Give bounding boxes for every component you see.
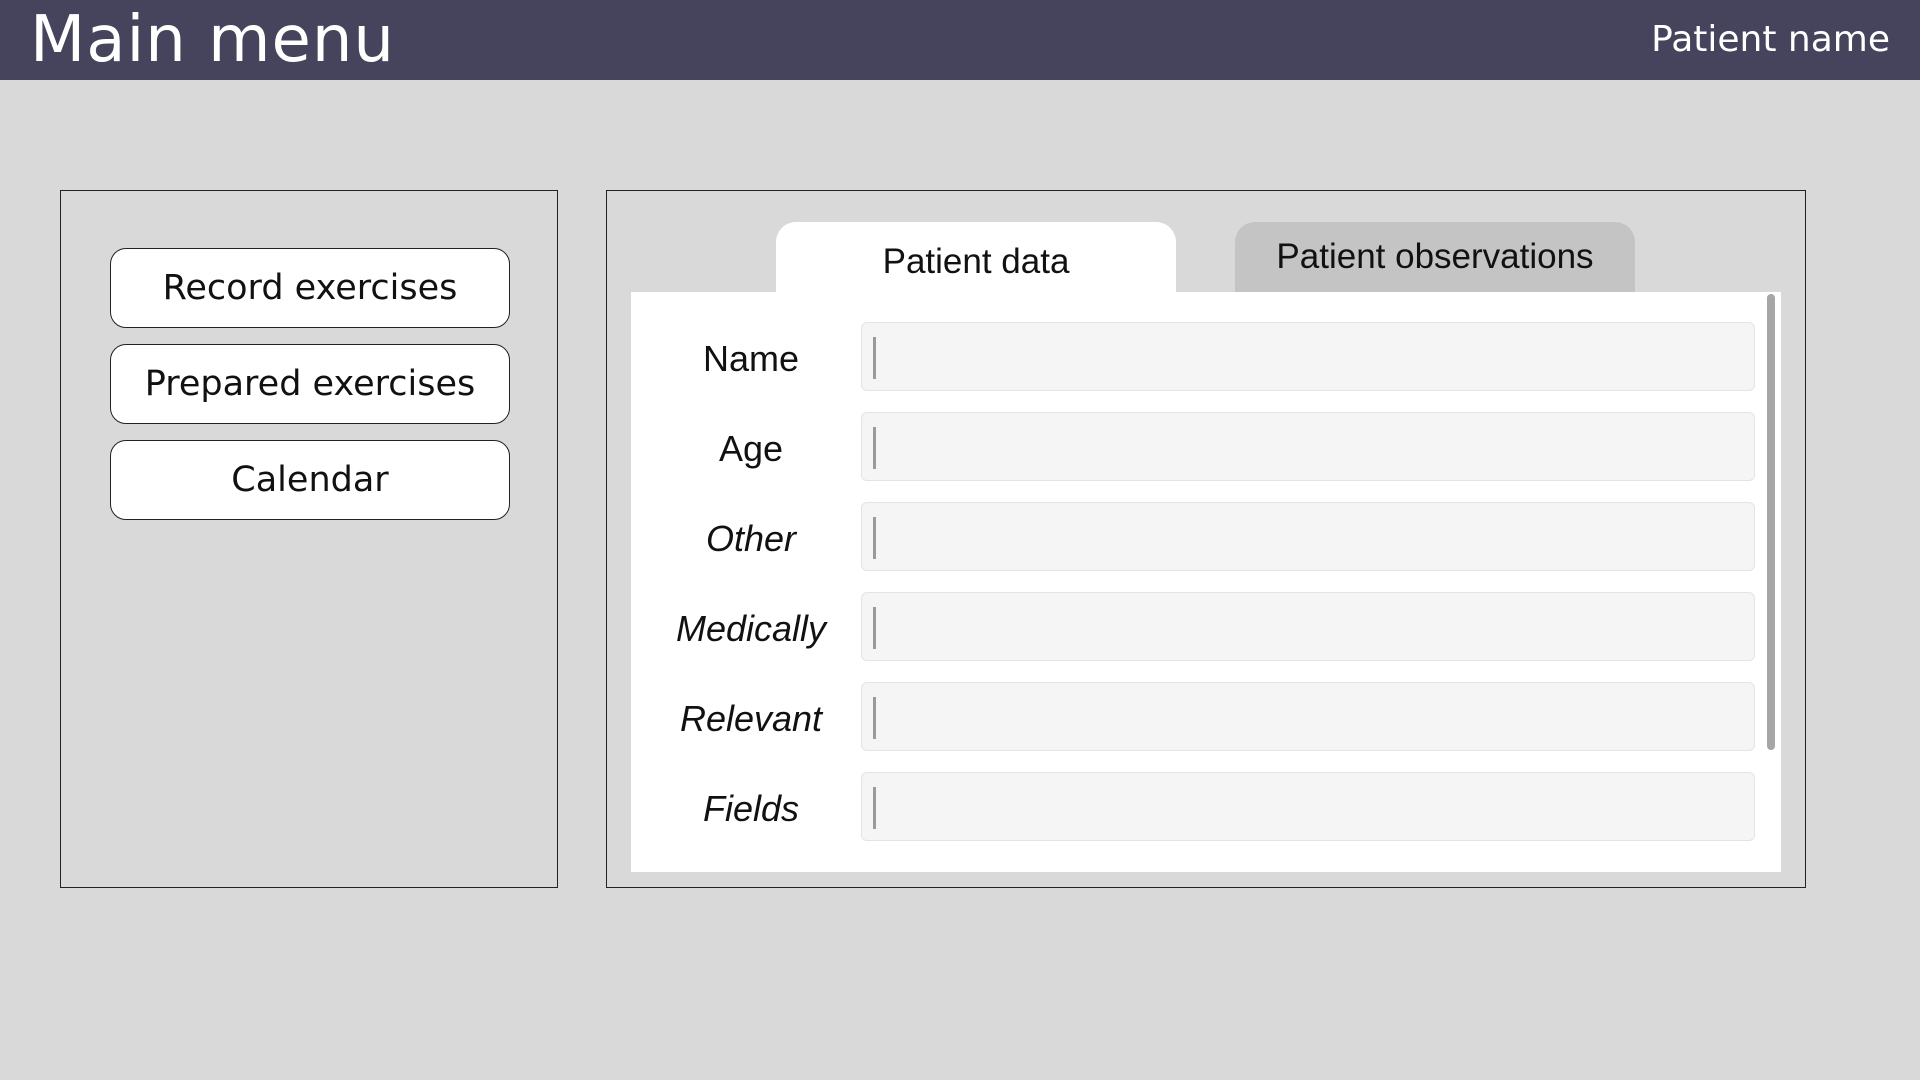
name-field[interactable] <box>861 322 1755 391</box>
vertical-scrollbar[interactable] <box>1767 294 1775 750</box>
text-caret <box>873 427 876 469</box>
text-caret <box>873 607 876 649</box>
tab-patient-data[interactable]: Patient data <box>776 222 1176 302</box>
patient-name-label[interactable]: Patient name <box>1651 18 1890 62</box>
calendar-button[interactable]: Calendar <box>110 440 510 520</box>
name-label: Name <box>702 338 800 379</box>
age-field[interactable] <box>861 412 1755 481</box>
patient-panel: Patient data Patient observations Name A… <box>606 190 1806 888</box>
prepared-exercises-button[interactable]: Prepared exercises <box>110 344 510 424</box>
text-caret <box>873 337 876 379</box>
relevant-label: Relevant <box>679 698 823 739</box>
other-field[interactable] <box>861 502 1755 571</box>
header-bar: Main menu Patient name <box>0 0 1920 80</box>
text-caret <box>873 697 876 739</box>
page-title: Main menu <box>30 3 395 77</box>
text-caret <box>873 787 876 829</box>
medically-field[interactable] <box>861 592 1755 661</box>
fields-field[interactable] <box>861 772 1755 841</box>
menu-panel: Record exercises Prepared exercises Cale… <box>60 190 558 888</box>
relevant-field[interactable] <box>861 682 1755 751</box>
tab-patient-observations[interactable]: Patient observations <box>1235 222 1635 292</box>
record-exercises-button[interactable]: Record exercises <box>110 248 510 328</box>
text-caret <box>873 517 876 559</box>
other-label: Other <box>705 518 797 559</box>
patient-data-form: Name Age Other Medically Relevant Fields <box>631 292 1781 872</box>
medically-label: Medically <box>675 608 827 649</box>
fields-label: Fields <box>702 788 800 829</box>
age-label: Age <box>718 428 784 469</box>
